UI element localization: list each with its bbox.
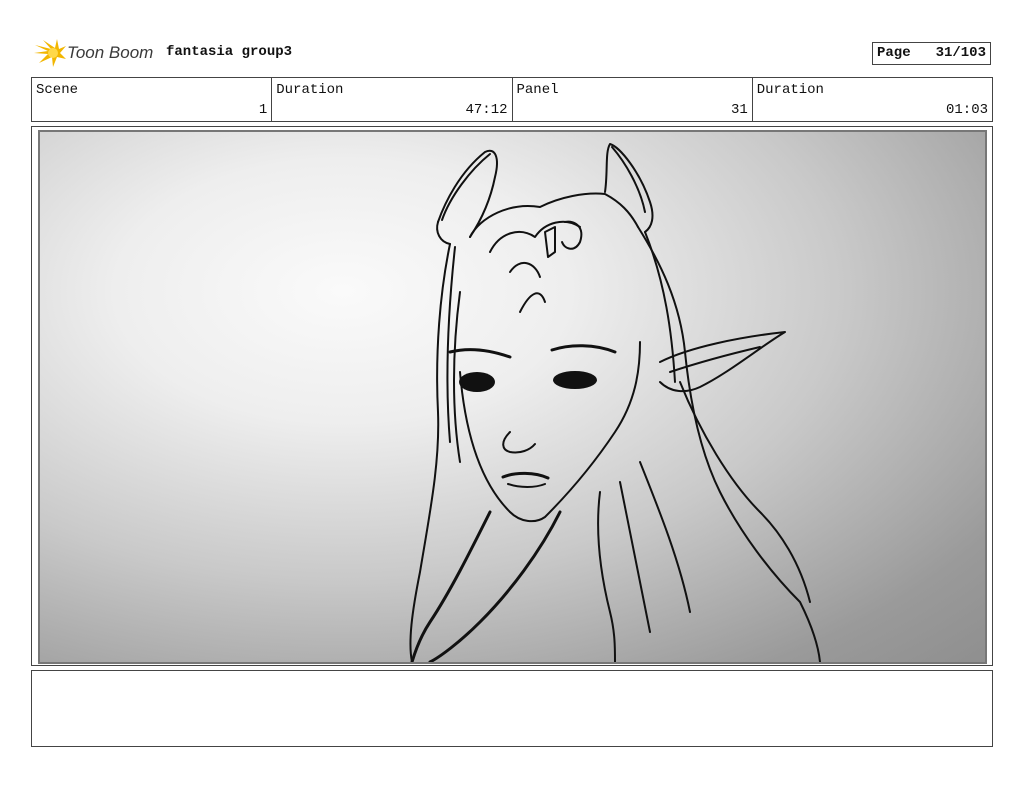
project-title: fantasia group3 (166, 44, 293, 60)
scene-duration-cell: Duration 47:12 (272, 78, 513, 121)
scene-value: 1 (258, 102, 268, 118)
character-sketch (409, 143, 821, 662)
scene-cell: Scene 1 (32, 78, 273, 121)
panel-label: Panel (516, 82, 559, 98)
panel-duration-label: Duration (756, 82, 824, 98)
panel-value: 31 (730, 102, 748, 118)
scene-duration-label: Duration (276, 82, 344, 98)
panel-cell: Panel 31 (513, 78, 753, 121)
scene-duration-value: 47:12 (465, 102, 508, 118)
panel-duration-value: 01:03 (945, 102, 988, 118)
panel-notes-box (31, 670, 993, 747)
page-indicator: Page 31/103 (872, 42, 991, 65)
toon-boom-logo: Toon Boom (33, 37, 158, 69)
info-row: Scene 1 Duration 47:12 Panel 31 Duration… (31, 77, 993, 122)
page-label: Page (877, 45, 911, 61)
toon-boom-burst-icon (34, 39, 66, 67)
panel-duration-cell: Duration 01:03 (753, 78, 992, 121)
scene-label: Scene (36, 82, 79, 98)
page-value: 31/103 (935, 45, 986, 61)
storyboard-panel-sketch (38, 130, 987, 664)
logo-text: Toon Boom (67, 43, 154, 62)
